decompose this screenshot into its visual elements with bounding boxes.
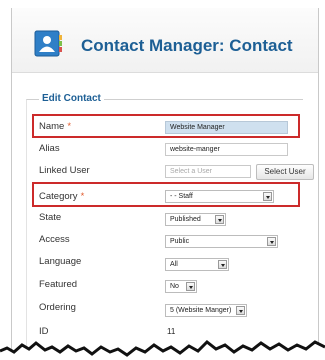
state-label: State (39, 212, 62, 223)
access-value: Public (170, 238, 190, 245)
alias-field[interactable]: website-manger (165, 143, 288, 156)
alias-label: Alias (39, 143, 60, 154)
chevron-down-icon[interactable] (218, 260, 227, 269)
page-title: Contact Manager: Contact (81, 36, 293, 55)
chevron-down-icon[interactable] (215, 215, 224, 224)
ordering-label: Ordering (39, 302, 76, 313)
select-user-button[interactable]: Select User (256, 164, 314, 180)
linked-user-field[interactable]: Select a User (165, 165, 251, 178)
chevron-down-icon[interactable] (267, 237, 276, 246)
featured-label: Featured (39, 279, 78, 290)
chevron-down-icon[interactable] (186, 282, 195, 291)
page-header: Contact Manager: Contact (12, 8, 318, 73)
state-select[interactable]: Published (165, 213, 226, 226)
name-highlight-box (32, 114, 300, 138)
access-select[interactable]: Public (165, 235, 278, 248)
chevron-down-icon[interactable] (236, 306, 245, 315)
fieldset-legend: Edit Contact (39, 93, 104, 104)
contact-card-icon (34, 30, 62, 57)
ordering-select[interactable]: 5 (Website Manger) (165, 304, 247, 317)
language-value: All (170, 261, 178, 268)
linked-user-label: Linked User (39, 165, 90, 176)
ordering-value: 5 (Website Manger) (170, 307, 232, 314)
state-value: Published (170, 216, 201, 223)
language-label: Language (39, 256, 82, 267)
featured-select[interactable]: No (165, 280, 197, 293)
language-select[interactable]: All (165, 258, 229, 271)
featured-value: No (170, 283, 179, 290)
torn-edge (0, 340, 325, 360)
category-highlight-box (32, 182, 300, 207)
access-label: Access (39, 234, 70, 245)
